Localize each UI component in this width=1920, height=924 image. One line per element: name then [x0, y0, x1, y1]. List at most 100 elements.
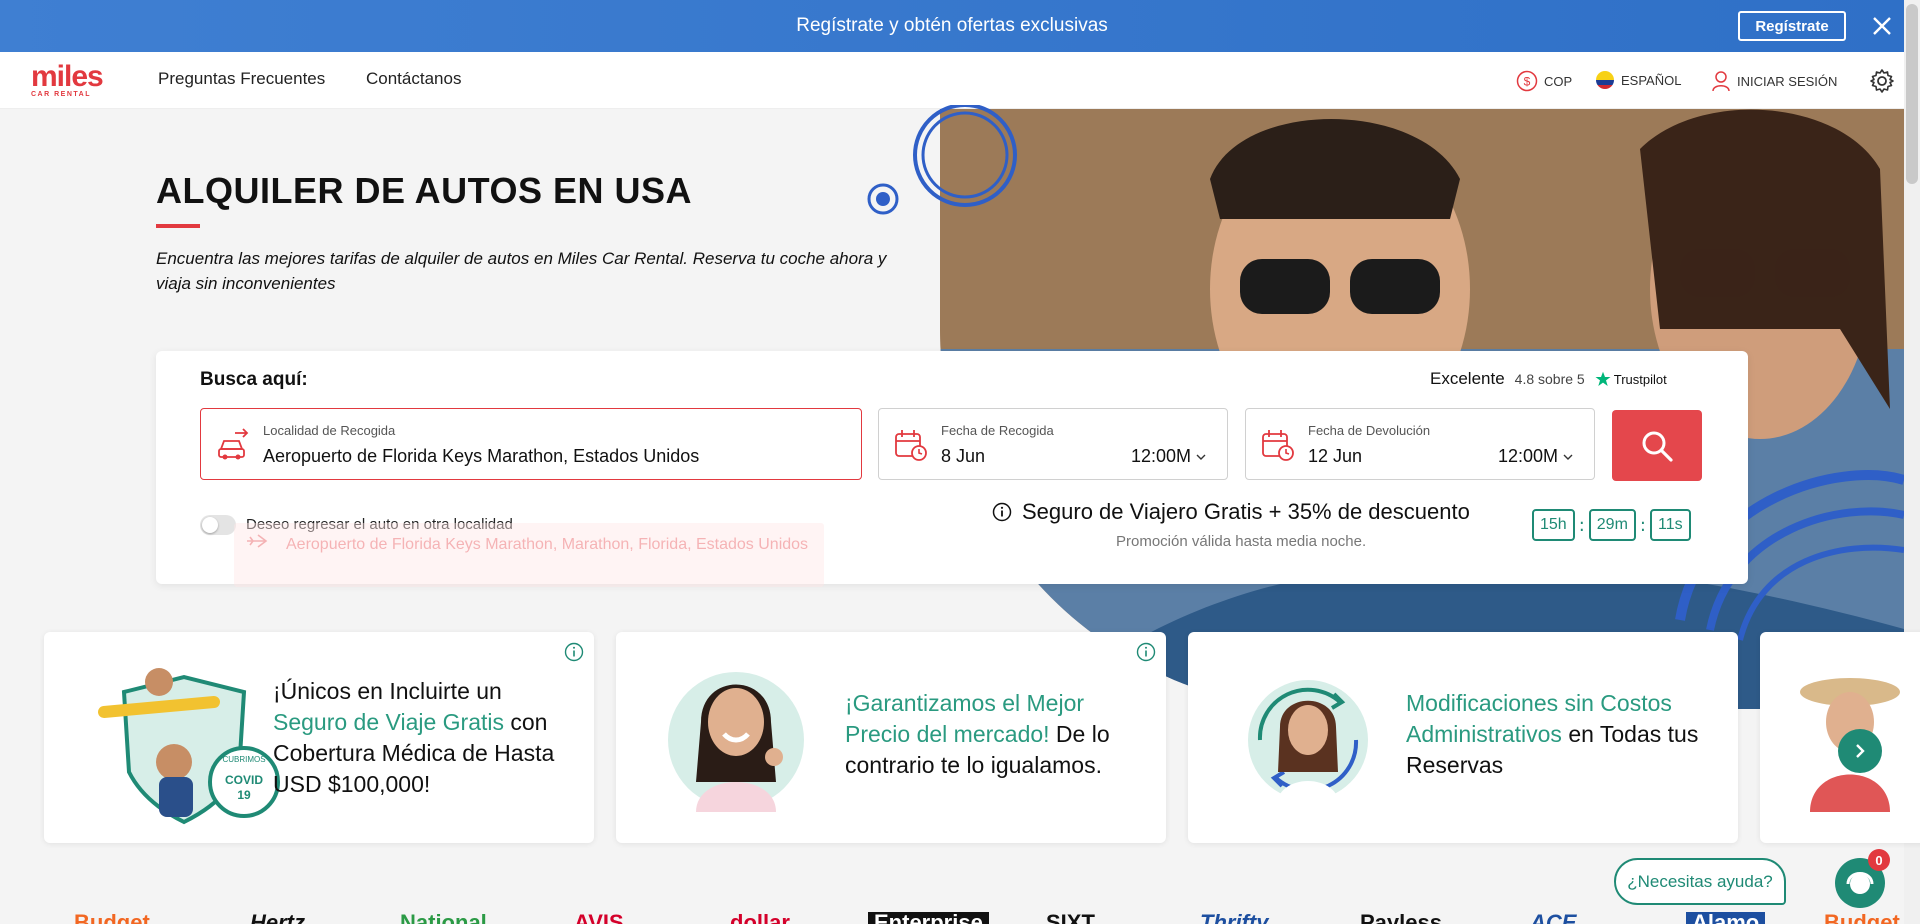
covid-badge-main: COVID: [225, 773, 263, 787]
pickup-time-select[interactable]: 12:00M: [1131, 446, 1207, 467]
currency-selector[interactable]: $ COP: [1516, 70, 1572, 92]
pickup-time-value: 12:00M: [1130, 446, 1191, 466]
benefit-card-partial: [1760, 632, 1920, 843]
return-date-label: Fecha de Devolución: [1308, 423, 1431, 438]
pickup-location-field[interactable]: Localidad de Recogida Aeropuerto de Flor…: [200, 408, 862, 480]
woman-ok-illustration: [696, 684, 783, 812]
benefit-card-price: ¡Garantizamos el Mejor Precio del mercad…: [616, 632, 1166, 843]
benefit-card-insurance: CUBRIMOS COVID 19 ¡Únicos en Incluirte u…: [44, 632, 594, 843]
help-chat-button[interactable]: ¿Necesitas ayuda?: [1614, 858, 1786, 905]
logo[interactable]: miles CAR RENTAL: [31, 60, 113, 102]
decorative-target: [867, 183, 899, 215]
logo-text: miles: [31, 60, 104, 93]
brand-logo: Hertz: [250, 912, 305, 924]
chevron-right-icon: [1856, 744, 1865, 758]
suggestion-text: Aeropuerto de Florida Keys Marathon, Mar…: [286, 536, 809, 553]
nav-link-contact[interactable]: Contáctanos: [366, 69, 461, 89]
info-icon[interactable]: [1136, 642, 1156, 662]
calendar-icon: [895, 430, 927, 461]
brand-logo: ACE: [1530, 912, 1576, 924]
refresh-arrows-illustration: [1248, 680, 1368, 808]
page-title: ALQUILER DE AUTOS EN USA: [156, 170, 693, 211]
timer-hours: 15h: [1532, 509, 1575, 541]
brand-logo: National: [400, 912, 487, 924]
covid-badge-sub: 19: [237, 788, 251, 802]
dollar-icon: $: [1516, 70, 1538, 92]
svg-text:$: $: [1524, 75, 1531, 89]
brand-logo: Enterprise: [868, 912, 989, 924]
brand-logo: Thrifty: [1200, 912, 1268, 924]
benefit-text: ¡Garantizamos el Mejor Precio del mercad…: [845, 688, 1145, 781]
search-button[interactable]: [1612, 410, 1702, 481]
return-date-field[interactable]: Fecha de Devolución 12 Jun 12:00M: [1245, 408, 1595, 480]
notification-badge: 0: [1868, 849, 1890, 871]
calendar-icon: [1262, 430, 1294, 461]
page-subtitle: Encuentra las mejores tarifas de alquile…: [156, 249, 887, 293]
family-covid-illustration: CUBRIMOS COVID 19: [98, 668, 280, 825]
search-card: Busca aquí: Excelente 4.8 sobre 5 Trustp…: [156, 351, 1748, 587]
return-time-value: 12:00M: [1497, 446, 1558, 466]
title-underline: [156, 224, 200, 228]
pickup-date-label: Fecha de Recogida: [941, 423, 1054, 438]
benefit-card-modifications: Modificaciones sin Costos Administrativo…: [1188, 632, 1738, 843]
countdown-timer: 15h : 29m : 11s: [1532, 509, 1691, 541]
search-icon: [1642, 431, 1673, 462]
info-icon[interactable]: [992, 502, 1012, 522]
colombia-flag-icon: [1596, 71, 1614, 89]
trustpilot-rating[interactable]: Excelente 4.8 sobre 5 Trustpilot: [1430, 369, 1667, 389]
currency-label: COP: [1544, 73, 1573, 89]
timer-separator: :: [1639, 514, 1646, 536]
promo-banner: Regístrate y obtén ofertas exclusivas Re…: [0, 0, 1904, 52]
nav-link-faq[interactable]: Preguntas Frecuentes: [158, 69, 325, 89]
chevron-down-icon: [1196, 454, 1206, 460]
pickup-location-label: Localidad de Recogida: [263, 423, 396, 438]
trustpilot-label: Trustpilot: [1613, 371, 1667, 387]
carousel-next-button[interactable]: [1838, 729, 1882, 773]
login-label: INICIAR SESIÓN: [1737, 73, 1838, 89]
info-icon[interactable]: [564, 642, 584, 662]
insurance-promo-text: Seguro de Viajero Gratis + 35% de descue…: [1022, 499, 1470, 524]
promo-validity: Promoción válida hasta media noche.: [1116, 533, 1367, 550]
search-heading: Busca aquí:: [200, 369, 308, 390]
timer-separator: :: [1578, 514, 1585, 536]
benefit-text: ¡Únicos en Incluirte un Seguro de Viaje …: [273, 676, 573, 800]
decorative-rings: [913, 105, 1017, 207]
insurance-promo: Seguro de Viajero Gratis + 35% de descue…: [992, 499, 1470, 525]
timer-minutes: 29m: [1588, 509, 1636, 541]
scrollbar-thumb[interactable]: [1906, 4, 1918, 184]
gear-icon[interactable]: [1869, 68, 1895, 94]
brand-logos-strip: Budget Hertz National AVIS dollar Enterp…: [0, 912, 1904, 924]
user-icon: [1712, 71, 1730, 92]
trustpilot-score: 4.8 sobre 5: [1514, 371, 1585, 387]
return-other-location-toggle[interactable]: [200, 515, 236, 535]
trustpilot-rating-text: Excelente: [1430, 369, 1505, 388]
benefit-highlight: ¡Garantizamos el Mejor Precio del mercad…: [845, 690, 1085, 747]
brand-logo: AVIS: [574, 912, 624, 924]
benefit-text-pre: ¡Únicos en Incluirte un: [273, 678, 502, 704]
pickup-date-value[interactable]: 8 Jun: [941, 446, 985, 467]
close-icon[interactable]: [1868, 12, 1896, 40]
chevron-down-icon: [1563, 454, 1573, 460]
language-label: ESPAÑOL: [1621, 72, 1682, 88]
brand-logo: Payless: [1360, 912, 1442, 924]
brand-logo: Budget: [1824, 912, 1900, 924]
pickup-date-field[interactable]: Fecha de Recogida 8 Jun 12:00M: [878, 408, 1228, 480]
top-nav: miles CAR RENTAL Preguntas Frecuentes Co…: [0, 52, 1904, 109]
trustpilot-brand: Trustpilot: [1595, 371, 1667, 387]
return-date-value[interactable]: 12 Jun: [1308, 446, 1362, 467]
pickup-location-input[interactable]: Aeropuerto de Florida Keys Marathon, Est…: [263, 446, 699, 467]
airplane-icon: [247, 534, 268, 548]
benefit-text: Modificaciones sin Costos Administrativo…: [1406, 688, 1716, 781]
star-icon: [1595, 371, 1611, 386]
benefit-highlight: Seguro de Viaje Gratis: [273, 709, 504, 735]
car-location-icon: [218, 428, 249, 460]
return-time-select[interactable]: 12:00M: [1498, 446, 1574, 467]
register-button[interactable]: Regístrate: [1738, 11, 1846, 41]
language-selector[interactable]: ESPAÑOL: [1595, 70, 1681, 90]
brand-logo: Alamo: [1686, 912, 1766, 924]
timer-seconds: 11s: [1649, 509, 1691, 541]
covid-badge-top: CUBRIMOS: [222, 755, 265, 764]
location-suggestion[interactable]: Aeropuerto de Florida Keys Marathon, Mar…: [234, 523, 824, 587]
promo-text: Regístrate y obtén ofertas exclusivas: [796, 15, 1108, 36]
login-button[interactable]: INICIAR SESIÓN: [1711, 70, 1837, 92]
